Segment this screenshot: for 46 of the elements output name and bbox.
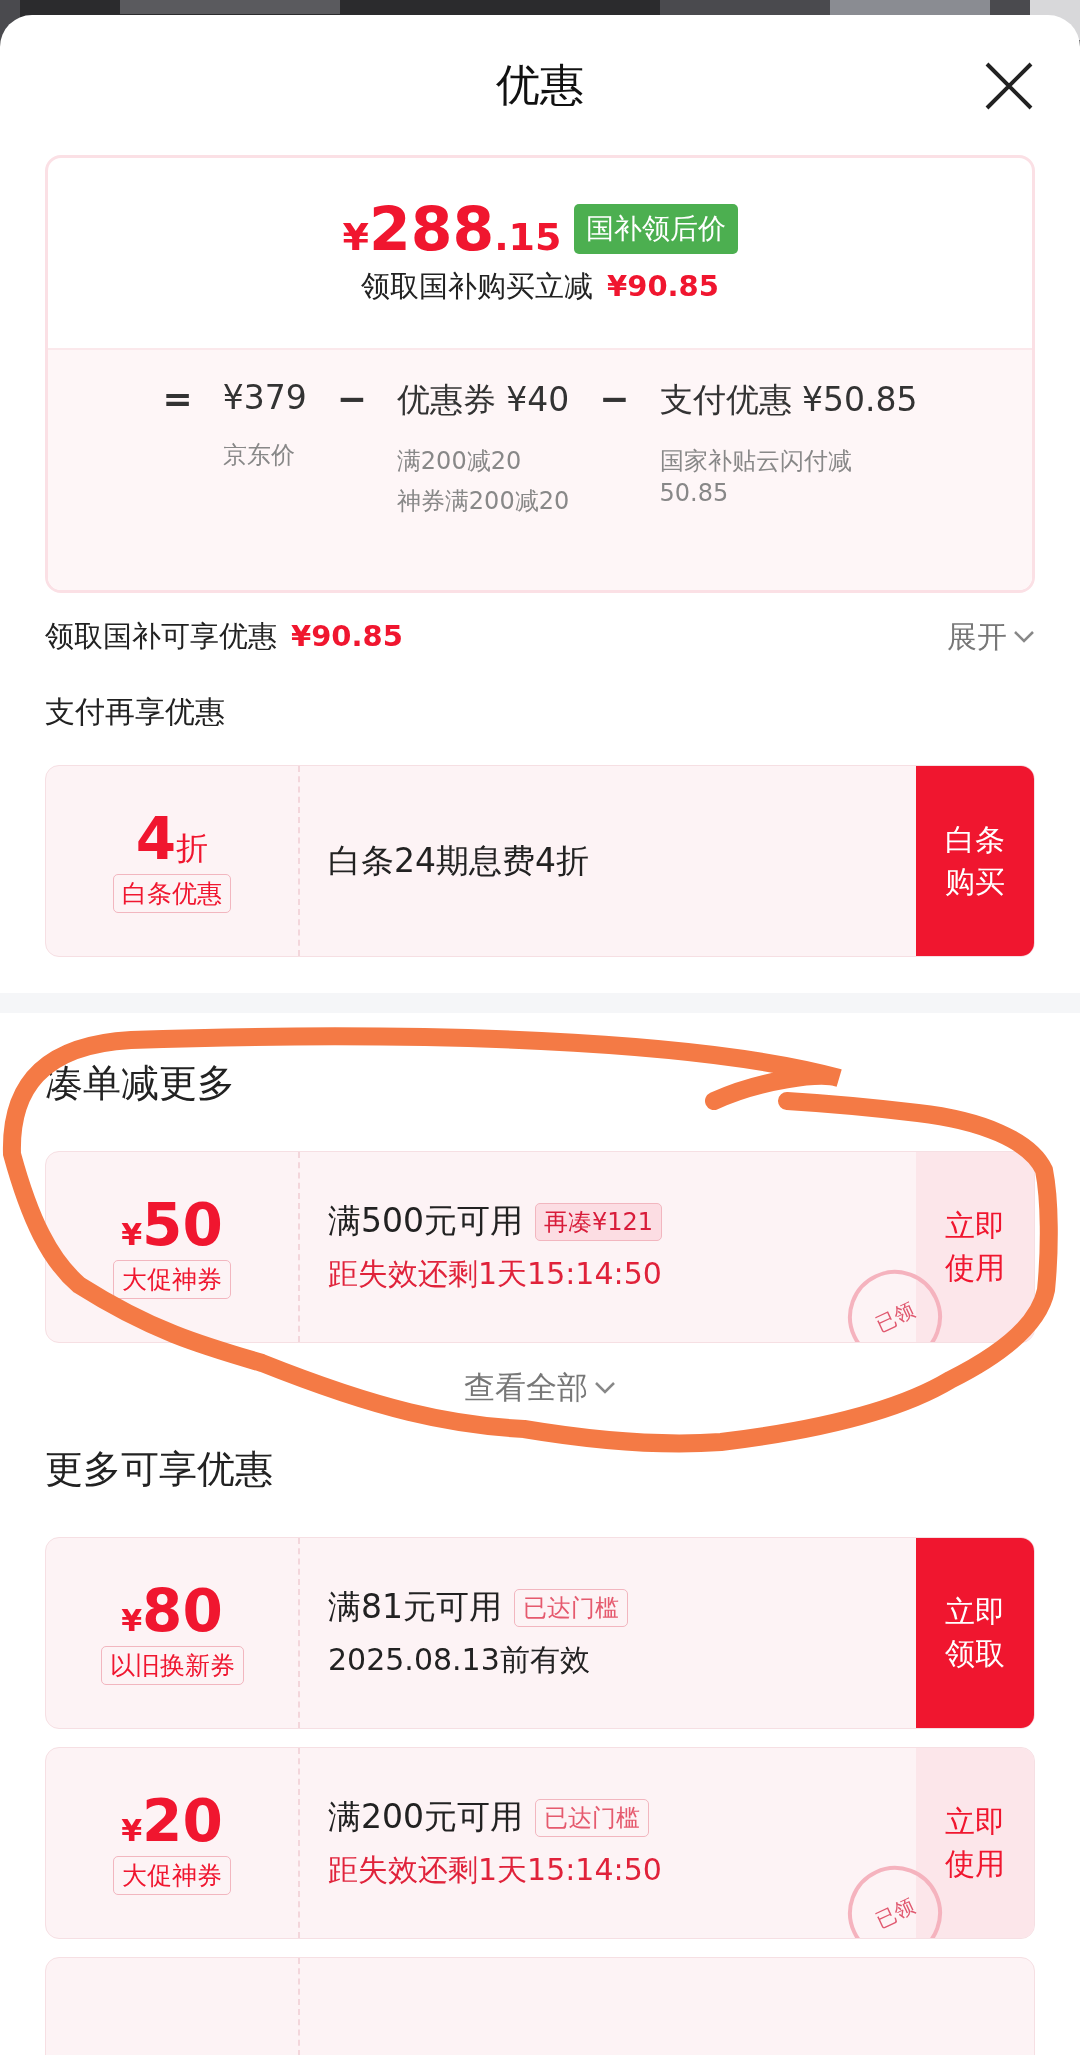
coupon-value: ¥50	[121, 1195, 223, 1254]
term-note: 国家补贴云闪付减50.85	[659, 446, 853, 510]
term-value: 优惠券 ¥40	[396, 379, 570, 421]
operator-sign: −	[599, 378, 630, 419]
coupon-action-button[interactable]: 立即使用	[916, 1748, 1034, 1938]
coupon-tag: 白条优惠	[113, 873, 231, 913]
discount-label: 领取国补购买立减	[361, 268, 594, 305]
sheet-title: 优惠	[496, 57, 584, 112]
threshold-badge: 已达门槛	[514, 1588, 628, 1627]
term-note: 神券满200减20	[396, 486, 570, 518]
chevron-down-icon	[594, 1381, 616, 1395]
coupon-title: 白条24期息费4折	[328, 839, 589, 882]
term-note: 满200减20	[396, 446, 523, 477]
coupon-title: 满81元可用	[328, 1586, 502, 1628]
threshold-badge: 已达门槛	[535, 1798, 649, 1837]
coupon-value: 4折	[135, 809, 209, 868]
coupon-tag: 大促神券	[113, 1855, 231, 1895]
subsidy-label: 领取国补可享优惠	[45, 618, 277, 655]
coupon-action-button[interactable]: 立即使用	[916, 1152, 1034, 1342]
chevron-down-icon	[1013, 630, 1035, 644]
coupon-tag: 大促神券	[113, 1259, 231, 1299]
coupon-action-button[interactable]: 立即领取	[916, 1538, 1034, 1728]
section-title: 更多可享优惠	[45, 1445, 274, 1493]
subsidy-amount: ¥90.85	[291, 619, 403, 653]
threshold-badge: 再凑¥121	[535, 1202, 663, 1241]
term-note: 京东价	[222, 440, 296, 471]
section-title: 支付再享优惠	[45, 692, 226, 731]
section-title: 凑单减更多	[45, 1059, 236, 1107]
coupon-value: ¥20	[121, 1791, 223, 1850]
term-value: 支付优惠 ¥50.85	[659, 379, 918, 421]
coupon-title: 满200元可用	[328, 1796, 523, 1838]
view-all-link[interactable]: 查看全部	[454, 1357, 626, 1419]
operator-sign: =	[162, 378, 193, 419]
expand-toggle[interactable]: 展开	[947, 616, 1035, 658]
term-value: ¥379	[222, 378, 307, 417]
coupon-detail: 距失效还剩1天15:14:50	[328, 1255, 663, 1293]
final-price: ¥288.15	[342, 199, 562, 259]
coupon-action-button[interactable]: 白条购买	[916, 766, 1034, 956]
discount-amount: ¥90.85	[607, 269, 719, 303]
price-badge: 国补领后价	[573, 204, 738, 254]
coupon-tag: 以旧换新券	[100, 1645, 244, 1685]
coupon-detail: 2025.08.13前有效	[328, 1641, 591, 1679]
coupon-value: ¥80	[121, 1581, 223, 1640]
coupon-detail: 距失效还剩1天15:14:50	[328, 1851, 663, 1889]
coupon-title: 满500元可用	[328, 1200, 523, 1242]
operator-sign: −	[336, 378, 367, 419]
